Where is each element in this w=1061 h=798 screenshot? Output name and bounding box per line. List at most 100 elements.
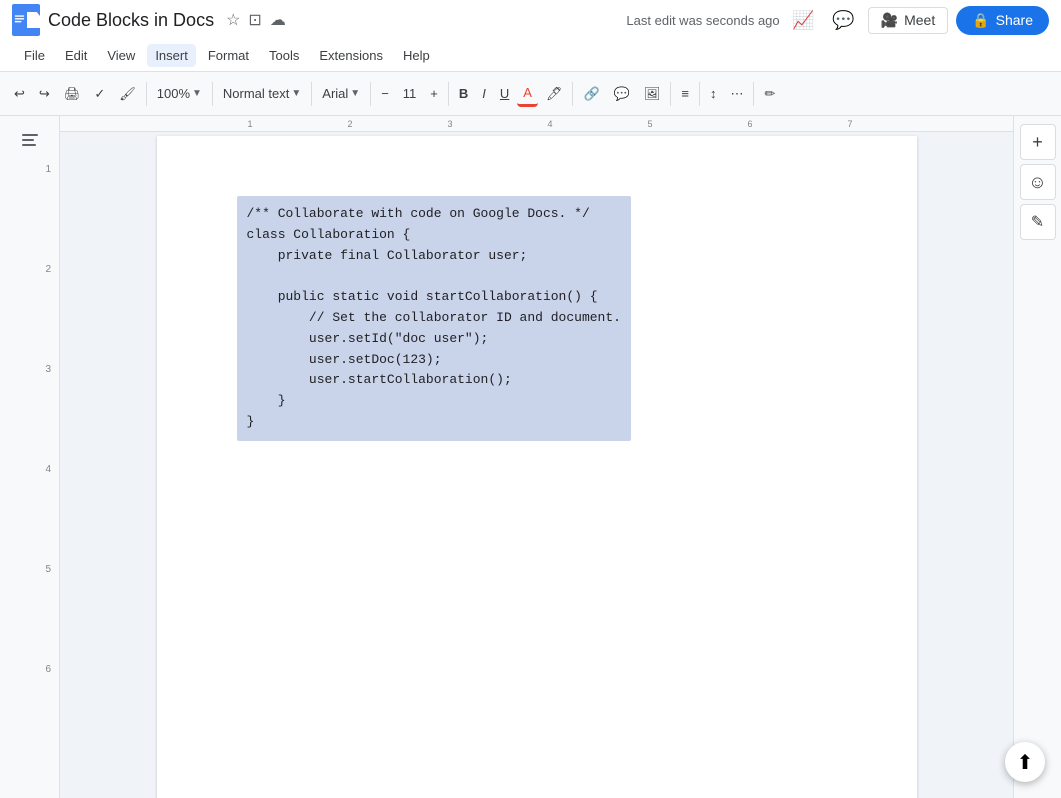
meet-label: Meet bbox=[904, 12, 935, 28]
zoom-chevron: ▼ bbox=[192, 88, 202, 99]
ruler-num-2: 2 bbox=[45, 264, 55, 364]
style-dropdown[interactable]: Normal text ▼ bbox=[217, 82, 307, 105]
font-value: Arial bbox=[322, 86, 348, 101]
ruler-mark-4: 4 bbox=[500, 119, 600, 129]
underline-button[interactable]: U bbox=[494, 82, 515, 105]
ruler-mark-7: 7 bbox=[800, 119, 900, 129]
font-size-increase[interactable]: + bbox=[424, 82, 444, 105]
editing-mode-button[interactable]: ✏ bbox=[758, 82, 781, 106]
ruler-mark-5: 5 bbox=[600, 119, 700, 129]
feedback-icon: ✎ bbox=[1031, 212, 1044, 232]
top-bar: Code Blocks in Docs ☆ ⊡ ☁ Last edit was … bbox=[0, 0, 1061, 40]
emoji-icon: ☺ bbox=[1028, 172, 1046, 193]
menu-format[interactable]: Format bbox=[200, 44, 257, 67]
zoom-value: 100% bbox=[157, 86, 190, 101]
bold-button[interactable]: B bbox=[453, 82, 474, 105]
toolbar-right: 📈 💬 🎥 Meet 🔒 Share bbox=[788, 4, 1049, 36]
ruler-num-5: 5 bbox=[45, 564, 55, 664]
divider-4 bbox=[370, 82, 371, 106]
paint-format-button[interactable]: 🖌 bbox=[113, 82, 142, 106]
left-margin: 1 2 3 4 5 6 bbox=[0, 116, 60, 798]
divider-7 bbox=[670, 82, 671, 106]
print-button[interactable]: 🖨 bbox=[58, 82, 87, 106]
right-sidebar: + ☺ ✎ bbox=[1013, 116, 1061, 798]
bottom-right-area: ⬆ bbox=[1005, 742, 1045, 782]
share-label: Share bbox=[996, 12, 1033, 28]
explore-button[interactable]: ⬆ bbox=[1005, 742, 1045, 782]
divider-6 bbox=[572, 82, 573, 106]
ruler-mark-2: 2 bbox=[300, 119, 400, 129]
font-size-decrease[interactable]: − bbox=[375, 82, 395, 105]
more-options-button[interactable]: ⋯ bbox=[724, 82, 749, 106]
menu-tools[interactable]: Tools bbox=[261, 44, 307, 67]
code-line-10: } bbox=[247, 391, 621, 412]
main-area: 1 2 3 4 5 6 1 2 3 4 5 6 7 /** Collaborat… bbox=[0, 116, 1061, 798]
code-line-2: class Collaboration { bbox=[247, 225, 621, 246]
ruler-num-6: 6 bbox=[45, 664, 55, 764]
text-color-button[interactable]: A bbox=[517, 81, 538, 107]
code-line-4 bbox=[247, 266, 621, 287]
code-line-8: user.setDoc(123); bbox=[247, 350, 621, 371]
line-spacing-button[interactable]: ↕ bbox=[704, 82, 723, 105]
ruler-mark-1: 1 bbox=[200, 119, 300, 129]
app-logo bbox=[12, 4, 40, 36]
undo-button[interactable]: ↩ bbox=[8, 82, 31, 106]
divider-5 bbox=[448, 82, 449, 106]
divider-1 bbox=[146, 82, 147, 106]
menu-help[interactable]: Help bbox=[395, 44, 438, 67]
code-block[interactable]: /** Collaborate with code on Google Docs… bbox=[237, 196, 631, 441]
explore-icon: ⬆ bbox=[1017, 750, 1034, 775]
divider-3 bbox=[311, 82, 312, 106]
menu-extensions[interactable]: Extensions bbox=[311, 44, 391, 67]
star-icon[interactable]: ☆ bbox=[226, 10, 240, 30]
menu-file[interactable]: File bbox=[16, 44, 53, 67]
code-line-11: } bbox=[247, 412, 621, 433]
code-line-9: user.startCollaboration(); bbox=[247, 370, 621, 391]
zoom-dropdown[interactable]: 100% ▼ bbox=[151, 82, 208, 105]
analytics-icon[interactable]: 📈 bbox=[788, 4, 820, 36]
divider-8 bbox=[699, 82, 700, 106]
highlight-button[interactable]: 🖊 bbox=[540, 82, 569, 106]
outline-toggle[interactable] bbox=[14, 124, 46, 156]
ruler-numbers: 1 2 3 4 5 6 bbox=[45, 164, 55, 764]
link-button[interactable]: 🔗 bbox=[577, 82, 605, 106]
meet-button[interactable]: 🎥 Meet bbox=[868, 7, 949, 34]
ruler-num-3: 3 bbox=[45, 364, 55, 464]
comments-icon[interactable]: 💬 bbox=[828, 4, 860, 36]
share-button[interactable]: 🔒 Share bbox=[956, 6, 1049, 35]
ruler-num-1: 1 bbox=[45, 164, 55, 264]
feedback-sidebar-button[interactable]: ✎ bbox=[1020, 204, 1056, 240]
code-line-3: private final Collaborator user; bbox=[247, 246, 621, 267]
cloud-icon[interactable]: ☁ bbox=[270, 10, 286, 30]
document-page: /** Collaborate with code on Google Docs… bbox=[157, 136, 917, 798]
align-button[interactable]: ≡ bbox=[675, 82, 695, 105]
last-edit-status: Last edit was seconds ago bbox=[626, 13, 779, 28]
redo-button[interactable]: ↪ bbox=[33, 82, 56, 106]
comment-button[interactable]: 💬 bbox=[608, 82, 636, 106]
ruler-mark-6: 6 bbox=[700, 119, 800, 129]
ruler-mark-3: 3 bbox=[400, 119, 500, 129]
format-bar: ↩ ↪ 🖨 ✓ 🖌 100% ▼ Normal text ▼ Arial ▼ −… bbox=[0, 72, 1061, 116]
spellcheck-button[interactable]: ✓ bbox=[88, 82, 111, 106]
menu-insert[interactable]: Insert bbox=[147, 44, 196, 67]
style-value: Normal text bbox=[223, 86, 289, 101]
code-line-1: /** Collaborate with code on Google Docs… bbox=[247, 204, 621, 225]
code-line-5: public static void startCollaboration() … bbox=[247, 287, 621, 308]
emoji-sidebar-button[interactable]: ☺ bbox=[1020, 164, 1056, 200]
font-dropdown[interactable]: Arial ▼ bbox=[316, 82, 366, 105]
folder-icon[interactable]: ⊡ bbox=[248, 10, 261, 30]
style-chevron: ▼ bbox=[291, 88, 301, 99]
meet-icon: 🎥 bbox=[881, 12, 898, 29]
image-button[interactable]: 🖼 bbox=[638, 82, 667, 106]
menu-edit[interactable]: Edit bbox=[57, 44, 95, 67]
font-size-value: 11 bbox=[397, 82, 423, 105]
menu-view[interactable]: View bbox=[99, 44, 143, 67]
font-chevron: ▼ bbox=[350, 88, 360, 99]
ruler-num-4: 4 bbox=[45, 464, 55, 564]
add-sidebar-button[interactable]: + bbox=[1020, 124, 1056, 160]
code-line-6: // Set the collaborator ID and document. bbox=[247, 308, 621, 329]
italic-button[interactable]: I bbox=[476, 82, 492, 105]
menu-bar: File Edit View Insert Format Tools Exten… bbox=[0, 40, 1061, 72]
document-canvas[interactable]: 1 2 3 4 5 6 7 /** Collaborate with code … bbox=[60, 116, 1013, 798]
document-title: Code Blocks in Docs bbox=[48, 10, 214, 31]
